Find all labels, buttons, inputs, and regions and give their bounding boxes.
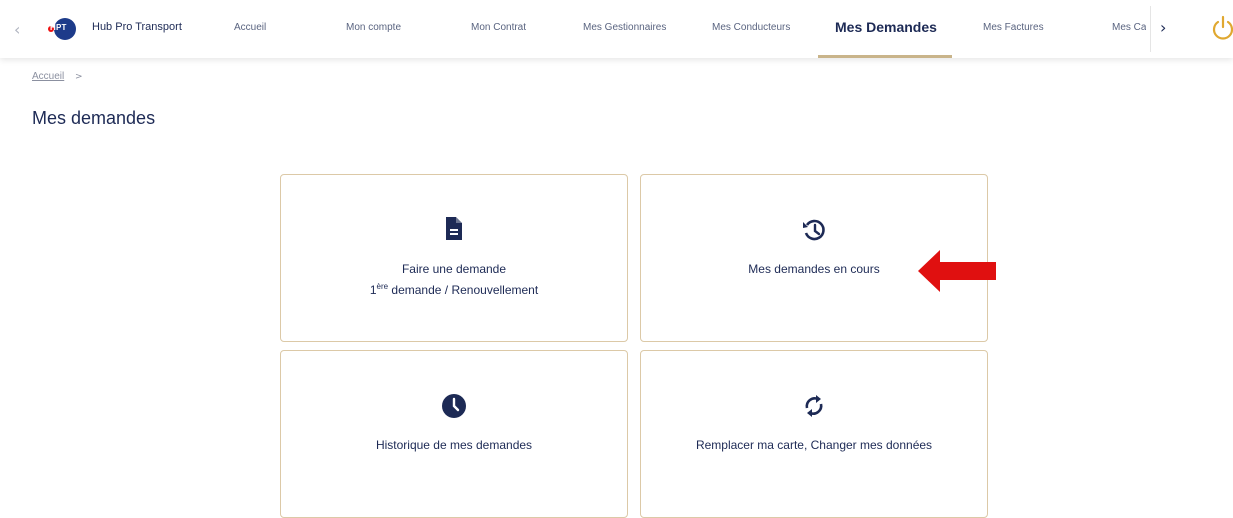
card-subtitle-sup: ère	[376, 282, 389, 291]
card-remplacer-carte[interactable]: Remplacer ma carte, Changer mes données	[640, 350, 988, 518]
top-navigation: ‹ HPT Hub Pro Transport Accueil Mon comp…	[0, 0, 1233, 58]
card-subtitle-text: demande / Renouvellement	[388, 283, 539, 297]
card-subtitle: 1ère demande / Renouvellement	[281, 278, 627, 299]
page-title: Mes demandes	[32, 108, 156, 129]
hpt-logo[interactable]: HPT	[48, 18, 86, 40]
card-title: Historique de mes demandes	[375, 438, 533, 452]
card-subtitle-number: 1	[369, 283, 377, 297]
active-tab-indicator	[818, 55, 952, 58]
document-icon	[446, 217, 462, 240]
nav-item-mes-conducteurs[interactable]: Mes Conducteurs	[712, 22, 790, 33]
breadcrumb: Accueil >	[32, 71, 83, 82]
card-label: Historique de mes demandes	[281, 437, 627, 454]
card-title: Faire une demande	[401, 262, 507, 276]
card-title: Remplacer ma carte, Changer mes données	[695, 438, 933, 452]
nav-divider	[1150, 6, 1151, 52]
chevron-right-icon[interactable]: ›	[1160, 18, 1166, 37]
nav-item-mes-demandes[interactable]: Mes Demandes	[835, 19, 937, 35]
nav-item-mes-gestionnaires[interactable]: Mes Gestionnaires	[583, 22, 666, 33]
nav-item-mon-contrat[interactable]: Mon Contrat	[471, 22, 526, 33]
nav-item-mon-compte[interactable]: Mon compte	[346, 22, 401, 33]
chevron-left-icon[interactable]: ‹	[14, 20, 20, 39]
annotation-arrow-icon	[918, 250, 996, 292]
brand-name[interactable]: Hub Pro Transport	[92, 21, 182, 33]
card-historique[interactable]: Historique de mes demandes	[280, 350, 628, 518]
history-icon	[803, 219, 825, 241]
card-faire-une-demande[interactable]: Faire une demande 1ère demande / Renouve…	[280, 174, 628, 342]
nav-item-accueil[interactable]: Accueil	[234, 22, 266, 33]
clock-icon	[442, 394, 466, 418]
refresh-icon	[805, 395, 823, 417]
power-icon[interactable]	[1210, 14, 1233, 42]
card-label: Faire une demande 1ère demande / Renouve…	[281, 261, 627, 299]
nav-item-mes-cartes[interactable]: Mes Ca	[1112, 22, 1146, 33]
logo-text: HPT	[50, 23, 67, 32]
breadcrumb-separator: >	[75, 72, 83, 82]
breadcrumb-home-link[interactable]: Accueil	[32, 71, 64, 82]
nav-item-mes-factures[interactable]: Mes Factures	[983, 22, 1044, 33]
card-label: Remplacer ma carte, Changer mes données	[641, 437, 987, 454]
